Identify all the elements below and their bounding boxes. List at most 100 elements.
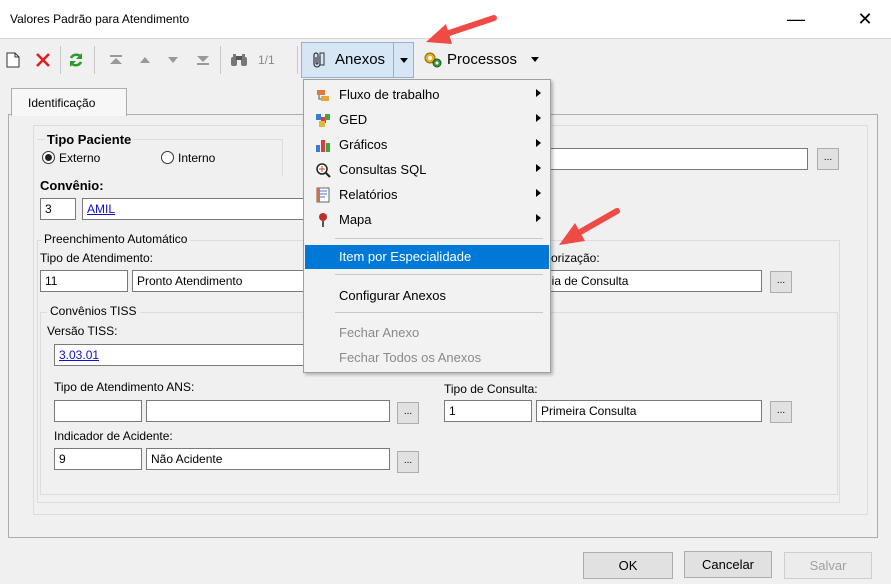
refresh-icon[interactable] <box>66 50 86 70</box>
menu-separator <box>335 274 543 275</box>
map-pin-icon <box>315 212 331 228</box>
menu-item-label: Fechar Anexo <box>339 325 420 340</box>
submenu-arrow-icon <box>536 214 541 222</box>
menu-item-label: Gráficos <box>339 137 388 152</box>
menu-item-relatorios[interactable]: Relatórios <box>305 183 549 207</box>
radio-externo[interactable]: Externo <box>42 151 100 165</box>
radio-interno-label: Interno <box>178 151 216 165</box>
submenu-arrow-icon <box>536 139 541 147</box>
processos-dropdown-arrow[interactable] <box>531 57 539 62</box>
convenio-name-input[interactable]: AMIL <box>82 198 307 220</box>
menu-separator <box>335 238 543 239</box>
indicador-acidente-name-input[interactable]: Não Acidente <box>146 448 390 470</box>
menu-item-label: Configurar Anexos <box>339 288 446 303</box>
autorizacao-lookup-button[interactable]: ... <box>770 271 792 293</box>
lookup-button[interactable]: ... <box>817 148 839 170</box>
anexos-dropdown-arrow[interactable] <box>393 43 414 77</box>
new-icon[interactable] <box>3 50 23 70</box>
versao-tiss-input[interactable]: 3.03.01 <box>54 344 307 366</box>
anexos-label: Anexos <box>335 51 386 68</box>
processos-label[interactable]: Processos <box>447 51 517 68</box>
radio-externo-label: Externo <box>59 151 101 165</box>
report-icon <box>315 187 331 203</box>
chevron-down-icon <box>400 58 408 63</box>
tipo-consulta-lookup-button[interactable]: ... <box>770 401 792 423</box>
cancelar-button[interactable]: Cancelar <box>684 551 772 578</box>
convenio-name-link[interactable]: AMIL <box>87 202 115 216</box>
toolbar-separator <box>60 46 61 74</box>
submenu-arrow-icon <box>536 89 541 97</box>
submenu-arrow-icon <box>536 114 541 122</box>
convenio-label: Convênio: <box>40 178 104 193</box>
delete-icon[interactable] <box>33 50 53 70</box>
next-icon[interactable] <box>163 50 183 70</box>
record-counter: 1/1 <box>258 53 275 67</box>
menu-item-label: Fechar Todos os Anexos <box>339 350 482 365</box>
hidden-field-right[interactable] <box>540 148 808 170</box>
autorizacao-label: orização: <box>551 251 600 265</box>
radio-interno[interactable]: Interno <box>161 151 215 165</box>
menu-item-fechar-anexo[interactable]: Fechar Anexo <box>305 321 549 345</box>
annotation-arrow-icon <box>426 15 497 44</box>
autorizacao-name-input[interactable]: uia de Consulta <box>540 270 762 292</box>
menu-item-fluxo-de-trabalho[interactable]: Fluxo de trabalho <box>305 83 549 107</box>
radio-unselected-icon <box>161 151 174 164</box>
gears-icon[interactable] <box>423 50 443 70</box>
menu-item-label: GED <box>339 112 368 127</box>
tipo-atendimento-ans-name-input[interactable] <box>146 400 390 422</box>
indicador-acidente-lookup-button[interactable]: ... <box>397 451 419 473</box>
versao-tiss-link[interactable]: 3.03.01 <box>59 348 99 362</box>
submenu-arrow-icon <box>536 164 541 172</box>
menu-item-configurar-anexos[interactable]: Configurar Anexos <box>305 284 549 308</box>
tipo-consulta-code-input[interactable]: 1 <box>444 400 532 422</box>
ok-button[interactable]: OK <box>583 552 673 579</box>
sql-query-icon <box>315 162 331 178</box>
tipo-paciente-label: Tipo Paciente <box>45 132 134 147</box>
tipo-atendimento-ans-code-input[interactable] <box>54 400 142 422</box>
workflow-icon <box>315 87 331 103</box>
window-title: Valores Padrão para Atendimento <box>10 12 190 26</box>
menu-separator <box>335 312 543 313</box>
tipo-atendimento-label: Tipo de Atendimento: <box>40 251 153 265</box>
menu-item-consultas-sql[interactable]: Consultas SQL <box>305 158 549 182</box>
minimize-button[interactable]: — <box>773 0 819 38</box>
tipo-atendimento-name-input[interactable]: Pronto Atendimento <box>132 270 307 292</box>
menu-item-fechar-todos-os-anexos[interactable]: Fechar Todos os Anexos <box>305 346 549 370</box>
annotation-arrow-icon <box>559 208 620 245</box>
menu-item-ged[interactable]: GED <box>305 108 549 132</box>
menu-item-mapa[interactable]: Mapa <box>305 208 549 232</box>
tipo-atendimento-ans-lookup-button[interactable]: ... <box>397 402 419 424</box>
menu-item-label: Fluxo de trabalho <box>339 87 440 102</box>
preenchimento-legend: Preenchimento Automático <box>41 232 191 246</box>
tipo-atendimento-ans-label: Tipo de Atendimento ANS: <box>54 380 195 394</box>
indicador-acidente-code-input[interactable]: 9 <box>54 448 142 470</box>
tipo-consulta-name-input[interactable]: Primeira Consulta <box>536 400 762 422</box>
previous-icon[interactable] <box>135 50 155 70</box>
menu-item-item-por-especialidade[interactable]: Item por Especialidade <box>305 245 549 269</box>
toolbar-separator <box>220 46 221 74</box>
salvar-button[interactable]: Salvar <box>784 552 872 579</box>
menu-item-graficos[interactable]: Gráficos <box>305 133 549 157</box>
toolbar-separator <box>94 46 95 74</box>
chart-icon <box>315 137 331 153</box>
menu-item-label: Relatórios <box>339 187 398 202</box>
find-icon[interactable] <box>229 50 249 70</box>
submenu-arrow-icon <box>536 189 541 197</box>
convenio-code-input[interactable]: 3 <box>40 198 76 220</box>
tab-identificacao[interactable]: Identificação <box>11 88 127 116</box>
menu-item-label: Mapa <box>339 212 372 227</box>
ged-icon <box>315 112 331 128</box>
tipo-atendimento-code-input[interactable]: 11 <box>40 270 128 292</box>
menu-item-label: Consultas SQL <box>339 162 427 177</box>
first-icon[interactable] <box>106 50 126 70</box>
versao-tiss-label: Versão TISS: <box>47 324 118 338</box>
indicador-acidente-label: Indicador de Acidente: <box>54 429 173 443</box>
radio-selected-icon <box>42 151 55 164</box>
tiss-legend: Convênios TISS <box>47 304 140 318</box>
tipo-consulta-label: Tipo de Consulta: <box>444 382 538 396</box>
last-icon[interactable] <box>193 50 213 70</box>
close-button[interactable]: ✕ <box>842 0 888 38</box>
toolbar-separator <box>297 46 298 74</box>
menu-item-label: Item por Especialidade <box>339 249 472 264</box>
paperclip-icon <box>308 50 328 70</box>
